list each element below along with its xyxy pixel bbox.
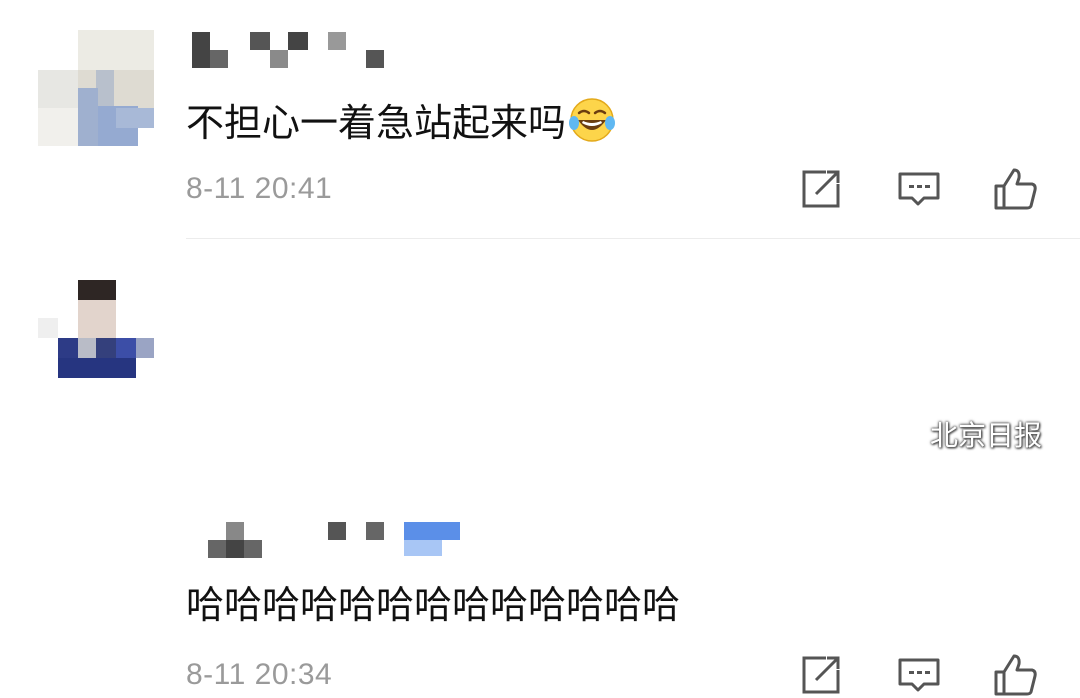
comment-item: 哈哈哈哈哈哈哈哈哈哈哈哈哈 8-11 20:34 — [0, 240, 1080, 696]
username-blurred[interactable] — [192, 30, 392, 70]
comment-text: 哈哈哈哈哈哈哈哈哈哈哈哈哈 — [186, 583, 681, 627]
comment-text: 不担心一着急站起来吗 — [186, 96, 616, 146]
username-blurred[interactable] — [200, 520, 470, 560]
thumbs-up-icon[interactable] — [992, 166, 1038, 212]
comment-text-content: 不担心一着急站起来吗 — [186, 101, 567, 145]
share-icon[interactable] — [798, 166, 844, 212]
comment-icon[interactable] — [896, 652, 942, 698]
avatar[interactable] — [38, 30, 154, 146]
comment-icon[interactable] — [896, 166, 942, 212]
thumbs-up-icon[interactable] — [992, 652, 1038, 698]
laughing-tears-emoji — [569, 98, 616, 142]
comment-time: 8-11 20:41 — [186, 172, 333, 205]
comment-item: 不担心一着急站起来吗 8-11 20:41 — [0, 0, 1080, 240]
avatar[interactable] — [38, 280, 154, 396]
comment-time: 8-11 20:34 — [186, 658, 333, 691]
divider — [186, 238, 1080, 239]
share-icon[interactable] — [798, 652, 844, 698]
